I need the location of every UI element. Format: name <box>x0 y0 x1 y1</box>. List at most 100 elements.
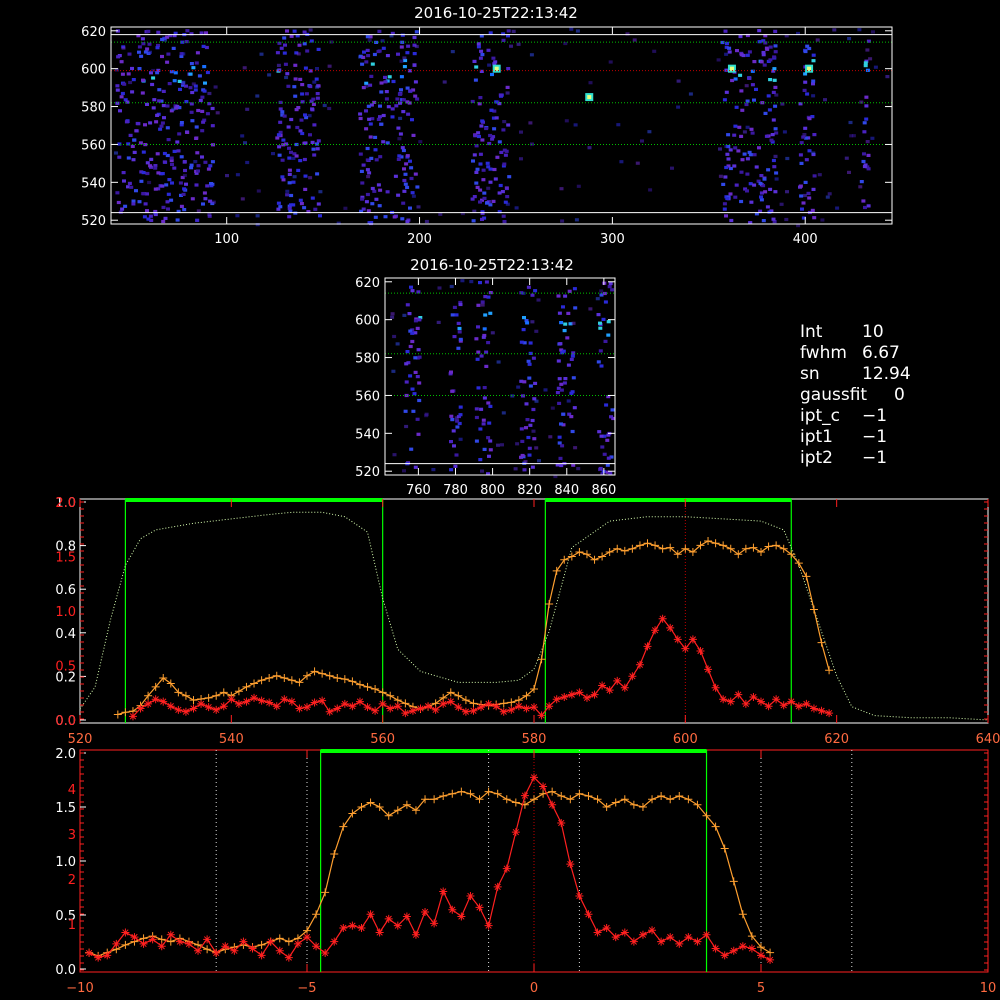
heat-pixel <box>200 109 205 113</box>
heat-pixel <box>368 83 373 87</box>
orange-series-point <box>620 546 629 555</box>
heat-pixel <box>377 29 382 33</box>
heat-pixel <box>145 209 149 213</box>
heat-pixel <box>296 168 301 172</box>
heat-pixel <box>367 38 372 42</box>
info-row-ipt-c: ipt_c −1 <box>800 406 911 427</box>
heat-pixel <box>372 189 377 193</box>
heat-pixel <box>367 117 372 121</box>
info-value: −1 <box>862 448 888 468</box>
heat-pixel <box>183 168 187 173</box>
heat-pixel <box>773 85 778 89</box>
orange-series-point <box>321 888 330 897</box>
heat-pixel <box>316 202 321 206</box>
heat-pixel <box>195 51 200 55</box>
heat-pixel <box>368 135 373 139</box>
heat-pixel <box>405 51 410 55</box>
heat-pixel <box>385 190 390 194</box>
heat-pixel <box>471 219 476 223</box>
heat-pixel <box>560 219 565 223</box>
heat-pixel <box>396 193 401 197</box>
heat-pixel <box>559 422 563 426</box>
orange-series-point <box>310 667 319 676</box>
heat-pixel <box>774 177 779 181</box>
heat-pixel <box>415 97 420 101</box>
heat-pixel <box>772 55 777 59</box>
heat-pixel <box>534 446 539 450</box>
heat-pixel <box>374 40 379 44</box>
heat-pixel <box>114 151 118 155</box>
heat-pixel <box>209 182 213 186</box>
red-series-point <box>166 702 175 711</box>
heat-pixel <box>243 141 247 145</box>
heat-pixel <box>749 200 754 204</box>
heat-pixel <box>449 370 453 374</box>
heat-pixel <box>596 360 601 364</box>
heat-pixel <box>151 76 156 80</box>
heat-pixel <box>315 67 319 71</box>
heat-pixel <box>175 140 180 144</box>
heat-pixel <box>276 63 281 67</box>
red-series-point <box>446 697 455 706</box>
heat-pixel <box>364 60 369 64</box>
heat-pixel <box>384 97 389 101</box>
red-series-point <box>729 946 738 955</box>
red-series-point <box>530 773 538 782</box>
orange-series-point <box>257 676 266 685</box>
heat-pixel <box>598 326 603 330</box>
heat-pixel <box>385 54 390 58</box>
red-series-point <box>602 923 611 932</box>
info-row-ipt1: ipt1 −1 <box>800 427 911 448</box>
heat-pixel <box>449 414 454 418</box>
heat-pixel <box>378 115 382 119</box>
heat-pixel <box>560 444 565 448</box>
orange-series-point <box>284 937 293 946</box>
heat-pixel <box>522 316 526 320</box>
heat-pixel <box>390 115 395 119</box>
heat-pixel <box>128 80 133 85</box>
heat-pixel <box>487 63 492 67</box>
orange-series-point <box>704 536 713 545</box>
heat-pixel <box>194 61 199 65</box>
heat-pixel <box>310 140 315 144</box>
heat-pixel <box>488 448 493 452</box>
red-series-point <box>749 692 758 701</box>
heat-pixel <box>492 127 497 131</box>
heat-pixel <box>145 161 150 165</box>
heat-pixel <box>522 468 527 472</box>
red-series-point <box>552 695 561 704</box>
heat-pixel <box>155 46 160 50</box>
y-tick-label: 600 <box>81 63 106 78</box>
heat-pixel <box>728 192 733 196</box>
heat-pixel <box>188 86 193 90</box>
heat-pixel <box>287 156 292 160</box>
heat-pixel <box>407 312 412 316</box>
heat-pixel <box>766 168 771 172</box>
red-series-point <box>287 697 296 706</box>
red-series-point <box>738 942 747 951</box>
heat-pixel <box>311 147 316 151</box>
heat-pixel <box>369 74 374 78</box>
fit-info-box: Int 10 fwhm 6.67 sn 12.94 gaussfit 0 ipt_c −1… <box>800 322 911 469</box>
heat-pixel <box>609 415 613 419</box>
heat-pixel <box>392 453 397 457</box>
y-tick-label-red: 2 <box>68 873 76 888</box>
heat-pixel <box>640 139 644 143</box>
heat-pixel <box>196 169 200 173</box>
heat-pixel <box>474 65 479 69</box>
heat-pixel <box>587 146 592 150</box>
red-series-point <box>448 905 457 914</box>
heat-pixel <box>744 102 749 107</box>
info-label: ipt_c <box>800 406 841 426</box>
heat-pixel <box>770 133 775 137</box>
heat-pixel <box>811 79 816 83</box>
heat-pixel <box>185 29 190 33</box>
heat-pixel <box>481 422 486 426</box>
heat-pixel <box>360 181 365 185</box>
red-series-point <box>257 951 266 960</box>
heat-pixel <box>398 116 403 120</box>
heat-pixel <box>557 311 562 315</box>
red-series-point <box>340 699 349 708</box>
heat-pixel <box>360 62 365 66</box>
heat-pixel <box>688 92 693 96</box>
